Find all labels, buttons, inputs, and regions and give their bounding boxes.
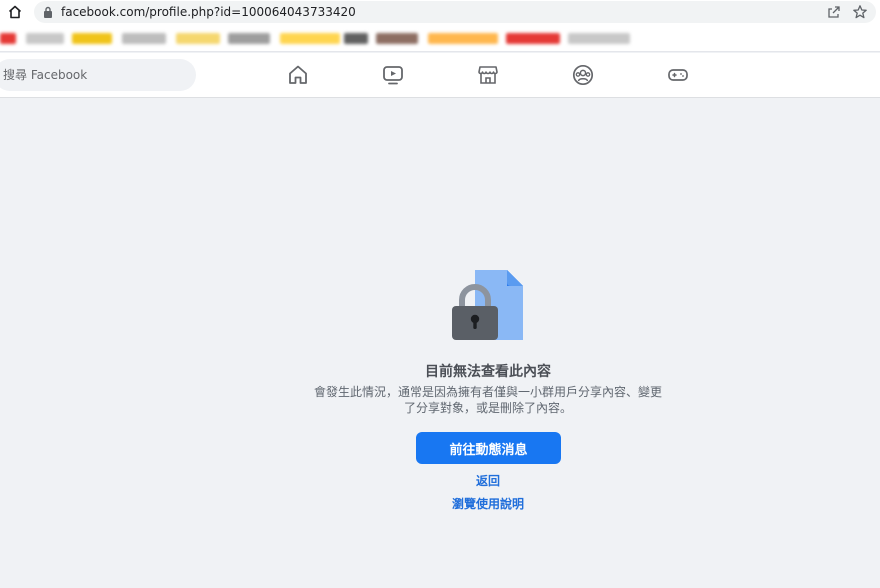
facebook-top-nav — [0, 53, 880, 98]
url-text: facebook.com/profile.php?id=100064043733… — [61, 5, 356, 19]
bookmark-item[interactable] — [176, 33, 220, 44]
content-unavailable-panel: 目前無法查看此內容 會發生此情況，通常是因為擁有者僅與一小群用戶分享內容、變更了… — [0, 98, 880, 588]
browser-toolbar: facebook.com/profile.php?id=100064043733… — [0, 0, 880, 24]
groups-icon[interactable] — [571, 63, 595, 87]
lock-icon — [44, 6, 52, 18]
home-button-icon[interactable] — [7, 4, 23, 20]
bookmark-item[interactable] — [26, 33, 64, 44]
marketplace-icon[interactable] — [476, 63, 500, 87]
search-input[interactable] — [0, 59, 196, 91]
gaming-icon[interactable] — [666, 63, 690, 87]
bookmarks-bar — [0, 24, 880, 52]
home-icon[interactable] — [286, 63, 310, 87]
bookmark-item[interactable] — [228, 33, 270, 44]
bookmark-item[interactable] — [428, 33, 498, 44]
page-title: 目前無法查看此內容 — [425, 364, 551, 380]
go-to-feed-button[interactable]: 前往動態消息 — [416, 432, 561, 464]
help-center-link[interactable]: 瀏覽使用說明 — [420, 495, 556, 512]
bookmark-item[interactable] — [0, 33, 16, 44]
message-body: 會發生此情況，通常是因為擁有者僅與一小群用戶分享內容、變更了分享對象，或是刪除了… — [313, 385, 662, 415]
locked-document-icon — [452, 270, 523, 340]
share-icon[interactable] — [826, 4, 842, 20]
back-link[interactable]: 返回 — [440, 472, 536, 489]
bookmark-item[interactable] — [280, 33, 340, 44]
bookmark-item[interactable] — [344, 33, 368, 44]
watch-icon[interactable] — [381, 63, 405, 87]
bookmark-item[interactable] — [506, 33, 560, 44]
bookmark-item[interactable] — [72, 33, 112, 44]
bookmark-item[interactable] — [376, 33, 418, 44]
address-bar[interactable]: facebook.com/profile.php?id=100064043733… — [34, 1, 876, 23]
bookmark-item[interactable] — [568, 33, 630, 44]
bookmark-item[interactable] — [122, 33, 166, 44]
bookmark-star-icon[interactable] — [852, 4, 868, 20]
